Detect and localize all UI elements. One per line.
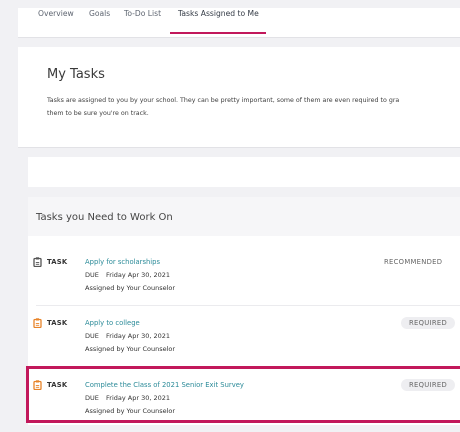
task-title-link[interactable]: Apply for scholarships [85,258,160,266]
task-assigned-by: Assigned by Your Counselor [85,284,176,292]
empty-card [28,157,460,187]
tab-to-do-list[interactable]: To-Do List [124,9,161,18]
task-due-label: DUE [85,271,99,279]
task-divider [36,305,460,306]
page-description-line-2: them to be sure you're on track. [47,110,149,117]
page-title: My Tasks [47,67,105,82]
highlight-box [26,366,460,423]
section-title: Tasks you Need to Work On [36,212,173,223]
task-due-date: Friday Apr 30, 2021 [106,332,171,340]
task-type-label: TASK [47,258,68,266]
clipboard-icon [33,318,42,328]
tab-overview[interactable]: Overview [38,9,74,18]
page-description-line-1: Tasks are assigned to you by your school… [47,97,400,104]
task-due-date: Friday Apr 30, 2021 [106,271,171,279]
task-status-badge: REQUIRED [401,317,455,329]
task-due-label: DUE [85,332,99,340]
tab-goals[interactable]: Goals [89,9,110,18]
task-assigned-by: Assigned by Your Counselor [85,345,176,353]
task-type-label: TASK [47,319,68,327]
task-title-link[interactable]: Apply to college [85,319,140,327]
active-tab-indicator [170,32,266,34]
task-status-badge: RECOMMENDED [384,258,443,266]
clipboard-icon [33,257,42,267]
tab-tasks-assigned-to-me[interactable]: Tasks Assigned to Me [178,9,259,18]
